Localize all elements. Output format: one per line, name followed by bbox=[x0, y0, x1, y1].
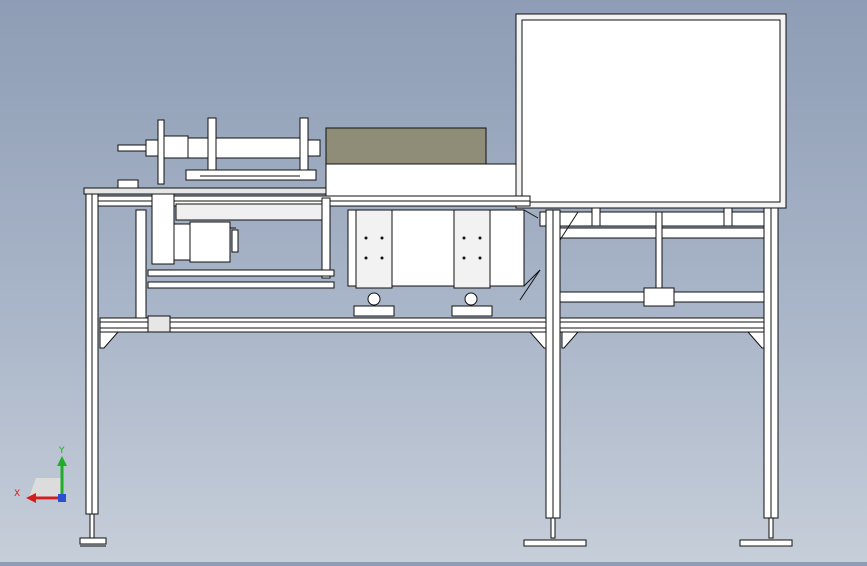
cad-viewport[interactable]: X Y bbox=[0, 0, 867, 562]
hopper bbox=[347, 209, 541, 317]
y-axis-label: Y bbox=[58, 446, 65, 456]
motor bbox=[151, 193, 331, 279]
right-frame bbox=[539, 207, 767, 307]
main-beam bbox=[99, 315, 767, 333]
machine-drawing: X Y bbox=[14, 13, 793, 547]
corner-brackets bbox=[99, 331, 767, 349]
cylinder-assembly bbox=[117, 117, 321, 185]
middle-shelf bbox=[147, 269, 335, 289]
display-panel bbox=[515, 13, 787, 209]
storage-box bbox=[325, 127, 517, 197]
x-axis-label: X bbox=[14, 489, 20, 499]
axis-triad: X Y bbox=[14, 446, 67, 503]
feet bbox=[79, 513, 793, 547]
